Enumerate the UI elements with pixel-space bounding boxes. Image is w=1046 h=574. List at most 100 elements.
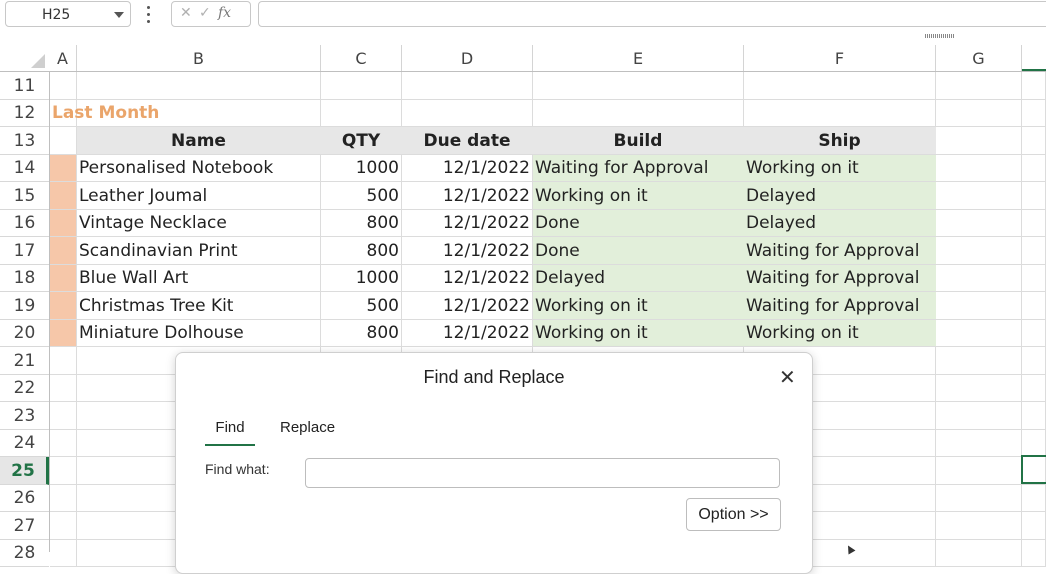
cell-h[interactable] — [1022, 127, 1046, 154]
cell-h[interactable] — [1022, 72, 1046, 99]
cell-g[interactable] — [936, 375, 1022, 401]
row-header[interactable]: 14 — [0, 155, 49, 182]
cell-g[interactable] — [936, 210, 1022, 236]
cell-c[interactable] — [321, 72, 402, 99]
cell-a[interactable] — [50, 512, 77, 539]
row-header[interactable]: 23 — [0, 402, 49, 430]
cell-e[interactable] — [533, 100, 744, 126]
options-button[interactable]: Option >> — [686, 498, 781, 531]
cell-d[interactable]: 12/1/2022 — [402, 320, 533, 346]
column-header-a[interactable]: A — [49, 45, 77, 72]
cell-h[interactable] — [1022, 375, 1046, 401]
cell-f[interactable]: Waiting for Approval — [744, 292, 936, 319]
cell-e[interactable]: Working on it — [533, 182, 744, 209]
cell-f[interactable]: Ship — [744, 127, 936, 154]
row-header[interactable]: 22 — [0, 375, 49, 402]
cell-f[interactable] — [744, 72, 936, 99]
cell-h[interactable] — [1022, 540, 1046, 566]
cell-g[interactable] — [936, 457, 1022, 484]
cell-h[interactable] — [1022, 155, 1046, 181]
cell-a[interactable] — [50, 265, 77, 291]
cell-g[interactable] — [936, 347, 1022, 374]
cell-b[interactable]: Scandinavian Print — [77, 237, 321, 264]
cell-e[interactable]: Working on it — [533, 292, 744, 319]
cell-a[interactable] — [50, 320, 77, 346]
cancel-icon[interactable]: ✕ — [180, 5, 192, 21]
row-header[interactable]: 15 — [0, 182, 49, 210]
cell-c[interactable]: 500 — [321, 292, 402, 319]
cell-h[interactable] — [1022, 100, 1046, 126]
row-header[interactable]: 16 — [0, 210, 49, 237]
cell-a[interactable]: Last Month — [50, 100, 159, 126]
row-header[interactable]: 17 — [0, 237, 49, 265]
cell-a[interactable] — [50, 402, 77, 429]
cell-h[interactable] — [1022, 237, 1046, 264]
cell-a[interactable] — [50, 127, 77, 154]
find-what-input[interactable] — [305, 458, 780, 488]
cell-g[interactable] — [936, 237, 1022, 264]
tab-find[interactable]: Find — [205, 419, 255, 446]
cell-h[interactable] — [1022, 347, 1046, 374]
chevron-down-icon[interactable] — [114, 12, 124, 18]
cell-d[interactable] — [402, 72, 533, 99]
close-icon[interactable]: ✕ — [779, 365, 796, 390]
cell-g[interactable] — [936, 182, 1022, 209]
selected-cell-outline[interactable] — [1021, 455, 1046, 484]
cell-g[interactable] — [936, 100, 1022, 126]
cell-e[interactable]: Delayed — [533, 265, 744, 291]
formula-input[interactable] — [258, 1, 1046, 27]
row-header[interactable]: 20 — [0, 320, 49, 347]
row-header[interactable]: 19 — [0, 292, 49, 320]
cell-f[interactable]: Working on it — [744, 320, 936, 346]
cell-a[interactable] — [50, 155, 77, 181]
cell-c[interactable]: QTY — [321, 127, 402, 154]
cell-g[interactable] — [936, 72, 1022, 99]
select-all-corner[interactable] — [0, 45, 49, 72]
cell-h[interactable] — [1022, 512, 1046, 539]
cell-h[interactable] — [1022, 182, 1046, 209]
cell-g[interactable] — [936, 320, 1022, 346]
cell-f[interactable]: Delayed — [744, 210, 936, 236]
cell-b[interactable]: Christmas Tree Kit — [77, 292, 321, 319]
cell-c[interactable]: 1000 — [321, 265, 402, 291]
tab-replace[interactable]: Replace — [280, 419, 335, 444]
row-header[interactable]: 18 — [0, 265, 49, 292]
column-header-d[interactable]: D — [402, 45, 533, 72]
row-header[interactable]: 12 — [0, 100, 49, 127]
cell-a[interactable] — [50, 72, 77, 99]
cell-c[interactable]: 800 — [321, 320, 402, 346]
row-header[interactable]: 26 — [0, 485, 49, 512]
cell-g[interactable] — [936, 127, 1022, 154]
cell-a[interactable] — [50, 347, 77, 374]
cell-a[interactable] — [50, 375, 77, 401]
cell-g[interactable] — [936, 402, 1022, 429]
cell-h[interactable] — [1022, 210, 1046, 236]
resize-grip-icon[interactable] — [925, 34, 955, 38]
column-header-c[interactable]: C — [321, 45, 402, 72]
cell-g[interactable] — [936, 430, 1022, 456]
column-header-b[interactable]: B — [77, 45, 321, 72]
cell-e[interactable]: Done — [533, 237, 744, 264]
cell-b[interactable]: Blue Wall Art — [77, 265, 321, 291]
cell-f[interactable]: Delayed — [744, 182, 936, 209]
cell-h[interactable] — [1022, 485, 1046, 511]
column-header-f[interactable]: F — [744, 45, 936, 72]
cell-d[interactable] — [402, 100, 533, 126]
fx-icon[interactable]: fx — [218, 5, 231, 21]
cell-a[interactable] — [50, 457, 77, 484]
cell-h[interactable] — [1022, 402, 1046, 429]
cell-c[interactable]: 1000 — [321, 155, 402, 181]
cell-a[interactable] — [50, 182, 77, 209]
column-header-e[interactable]: E — [533, 45, 744, 72]
cell-g[interactable] — [936, 512, 1022, 539]
cell-b[interactable] — [77, 100, 321, 126]
column-header-g[interactable]: G — [936, 45, 1022, 72]
cell-a[interactable] — [50, 210, 77, 236]
cell-g[interactable] — [936, 265, 1022, 291]
cell-g[interactable] — [936, 485, 1022, 511]
cell-c[interactable] — [321, 100, 402, 126]
cell-c[interactable]: 500 — [321, 182, 402, 209]
cell-d[interactable]: 12/1/2022 — [402, 210, 533, 236]
cell-e[interactable]: Build — [533, 127, 744, 154]
cell-e[interactable]: Done — [533, 210, 744, 236]
